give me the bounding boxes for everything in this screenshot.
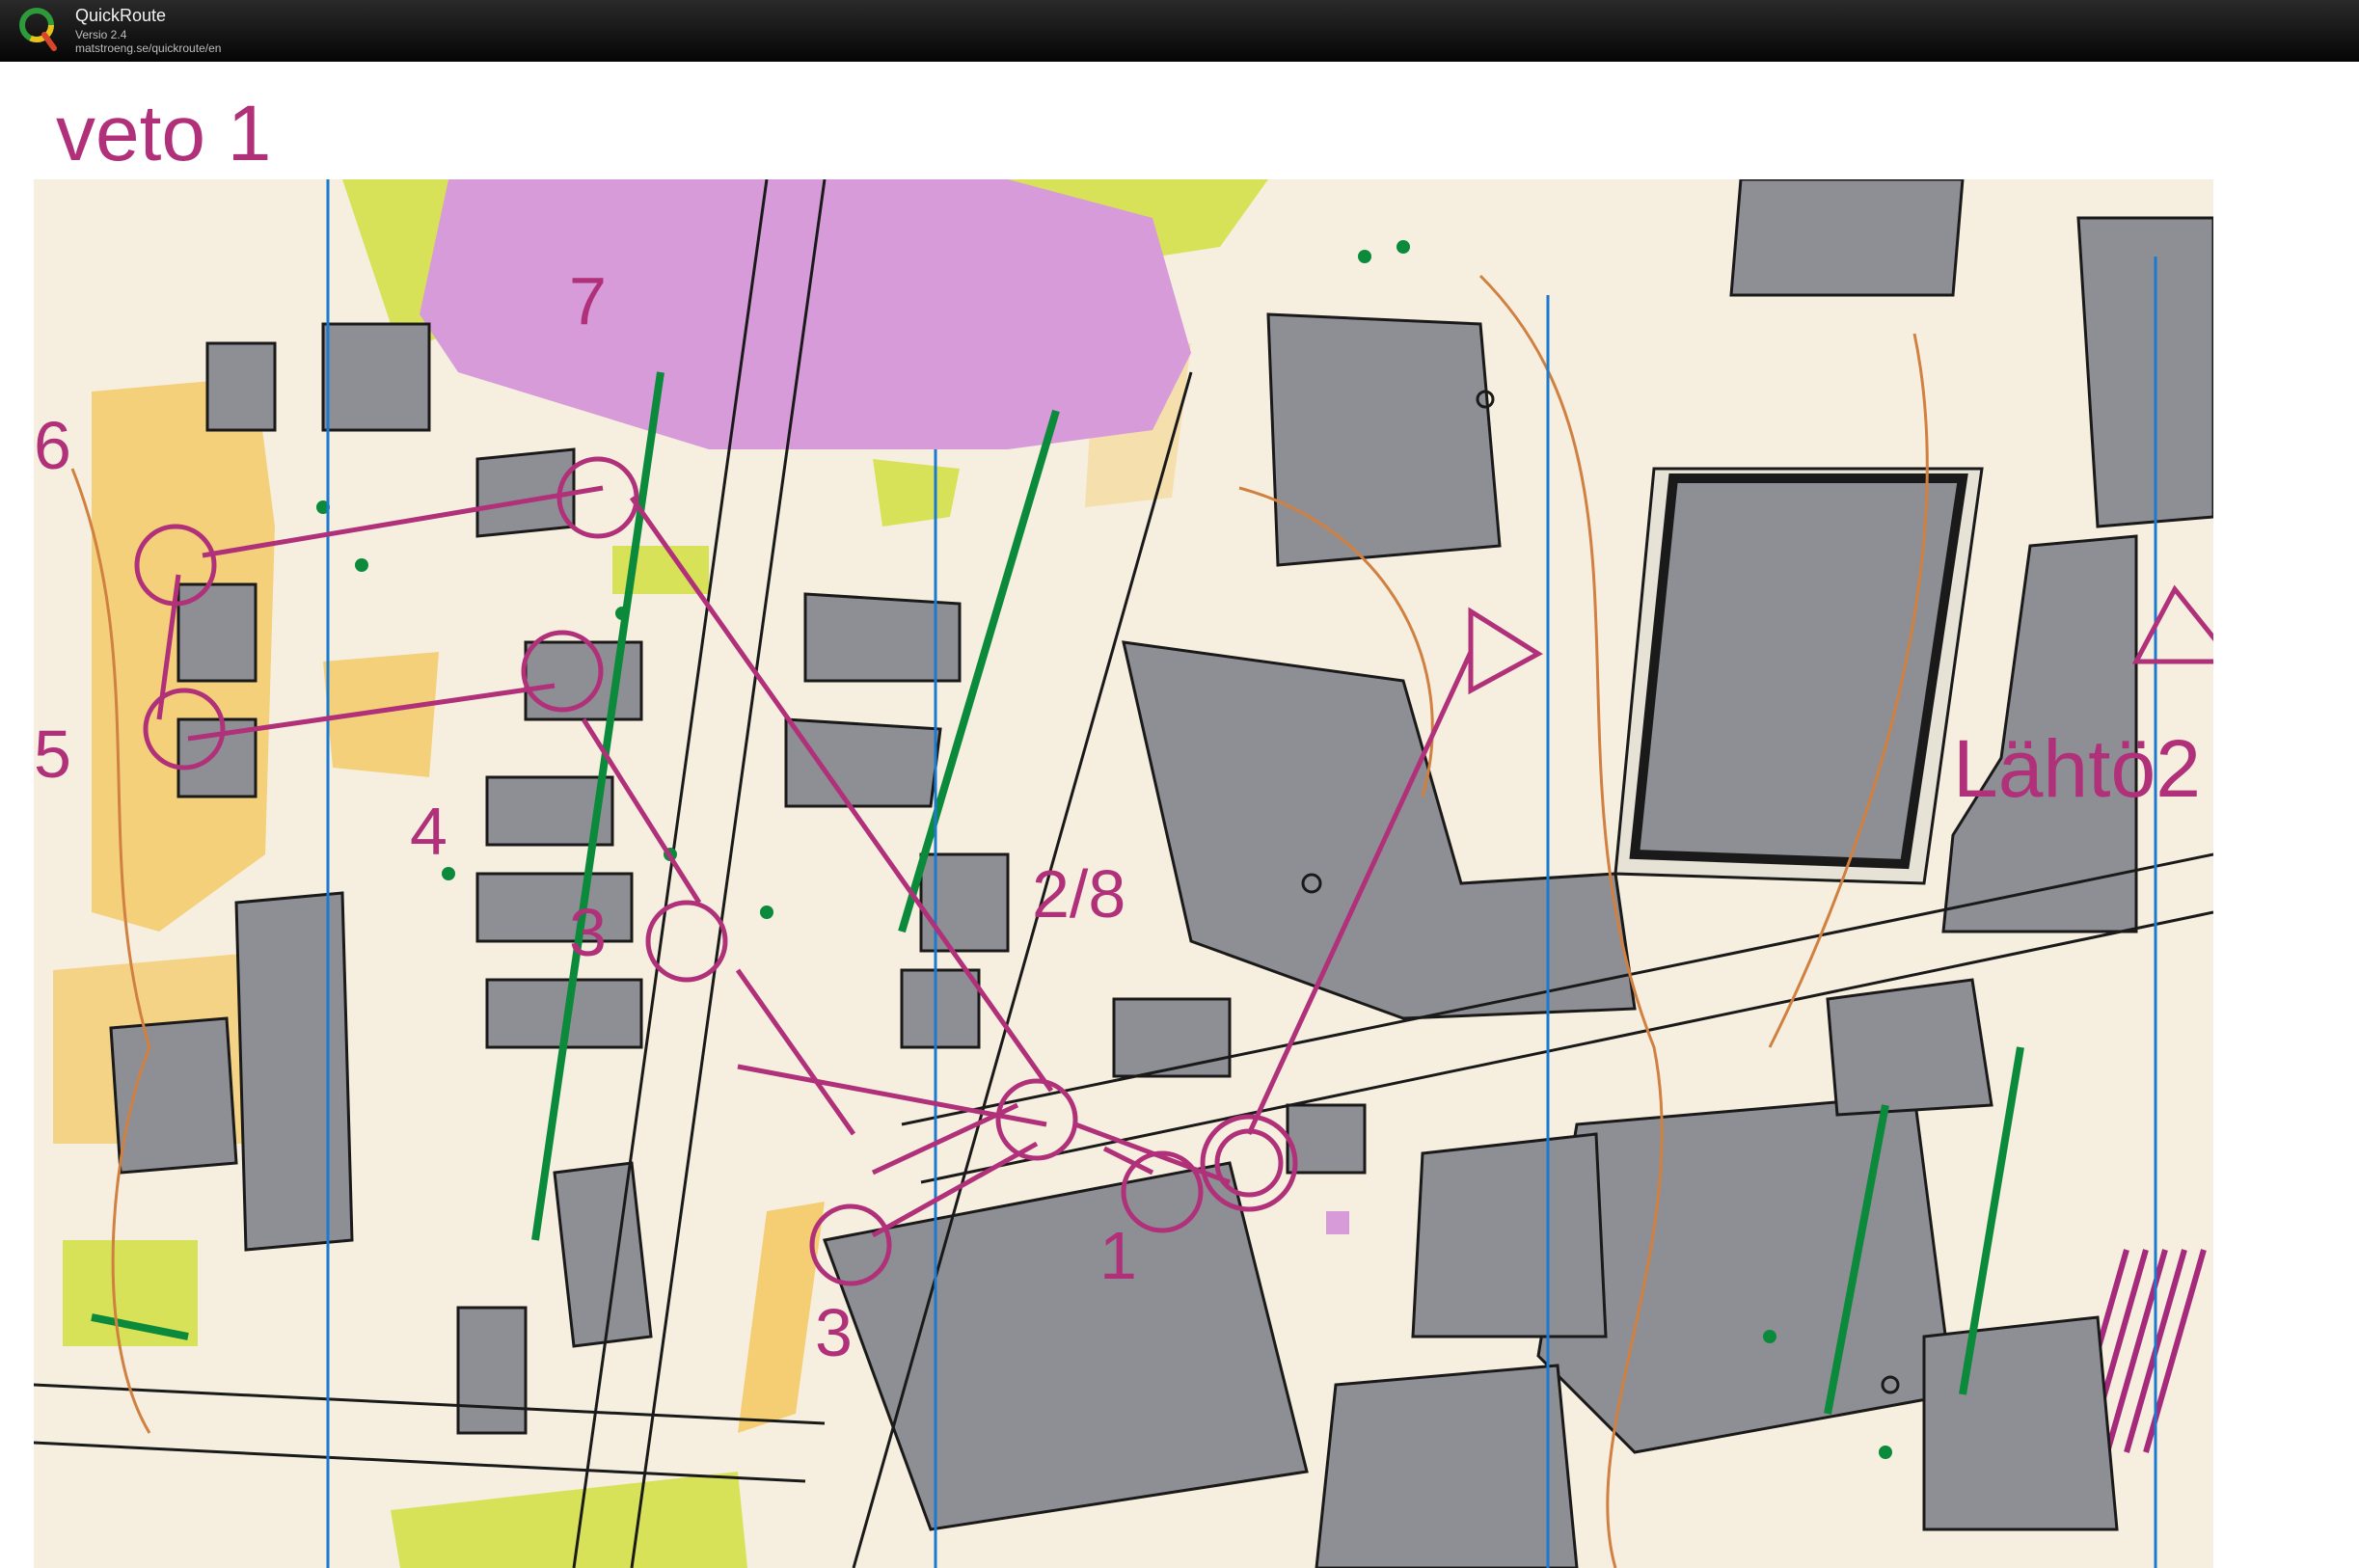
title-bar: QuickRoute Versio 2.4 matstroeng.se/quic… <box>0 0 2359 62</box>
quickroute-logo-icon <box>19 8 57 51</box>
app-url[interactable]: matstroeng.se/quickroute/en <box>75 41 221 55</box>
orienteering-map[interactable]: 6 7 5 4 3 2/8 1 3 Lähtö2 <box>34 179 2213 1568</box>
control-label: 3 <box>569 895 607 970</box>
app-version: Versio 2.4 <box>75 28 127 41</box>
control-label: 4 <box>410 794 447 869</box>
start-label: Lähtö2 <box>1953 723 2201 814</box>
control-label: 6 <box>34 408 71 483</box>
map-view[interactable]: veto 1 6 7 5 4 3 2/8 1 3 Lähtö2 <box>0 62 2359 1568</box>
app-name: QuickRoute <box>75 6 167 25</box>
control-label: 1 <box>1099 1218 1137 1293</box>
control-label: 2/8 <box>1032 856 1125 932</box>
control-label: 3 <box>815 1295 853 1370</box>
control-label: 7 <box>569 263 607 338</box>
map-title: veto 1 <box>56 90 272 177</box>
control-label: 5 <box>34 716 71 792</box>
